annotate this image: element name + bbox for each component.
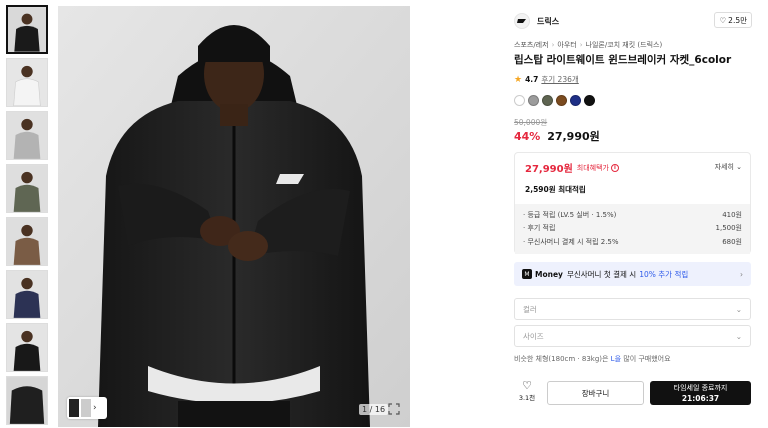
color-swatch-list — [514, 95, 595, 106]
star-icon: ★ — [514, 74, 523, 85]
brand-logo[interactable] — [514, 13, 530, 29]
model-photo-illustration — [58, 6, 410, 427]
max-benefit-price: 27,990원 — [525, 164, 573, 175]
size-recommendation: 비슷한 체형(180cm · 83kg)은 L을 많이 구매했어요 — [514, 354, 671, 364]
breadcrumb-item[interactable]: 스포츠/레저 — [514, 41, 549, 49]
thumbnail-list — [6, 5, 50, 428]
points-item-value: 410원 — [722, 210, 742, 219]
benefit-detail-label: 자세히 — [714, 163, 734, 171]
image-page-counter: 1 / 16 — [359, 404, 389, 415]
purchase-actions: ♡ 3.1천 장바구니 타임세일 종료까지 21:06:37 — [514, 380, 751, 406]
breadcrumb: 스포츠/레저 › 아우터 › 나일론/코치 재킷 (드릭스) — [514, 40, 662, 50]
money-logo-icon: M — [522, 269, 532, 279]
mini-thumb-dark — [69, 399, 79, 417]
discount-rate: 44% — [514, 130, 541, 143]
expand-icon[interactable] — [388, 403, 400, 415]
thumbnail-4[interactable] — [6, 164, 48, 213]
size-tip-prefix: 비슷한 체형(180cm · 83kg)은 — [514, 355, 609, 363]
points-item: · 등급 적립 (LV.5 실버 · 1.5%) 410원 — [523, 208, 742, 222]
brand-name[interactable]: 드릭스 — [537, 16, 559, 27]
points-item-value: 680원 — [722, 237, 742, 246]
rating-score: 4.7 — [525, 75, 539, 84]
add-to-cart-button[interactable]: 장바구니 — [547, 381, 644, 405]
main-product-photo[interactable] — [58, 6, 410, 427]
chevron-right-icon: › — [93, 403, 97, 413]
benefit-box: 27,990원 최대혜택가 i 자세히 ⌄ 2,590원 최대적립 · 등급 적… — [514, 152, 751, 254]
timesale-label: 타임세일 종료까지 — [673, 384, 728, 392]
mini-thumb-light — [81, 399, 91, 417]
gallery-mini-nav[interactable]: › — [67, 397, 107, 419]
benefit-detail-toggle[interactable]: 자세히 ⌄ — [715, 162, 742, 172]
thumbnail-7[interactable] — [6, 323, 48, 372]
color-swatch-5[interactable] — [570, 95, 581, 106]
size-select-placeholder: 사이즈 — [523, 331, 544, 341]
money-promo-highlight: 10% 추가 적립 — [639, 269, 689, 279]
max-benefit-label: 최대혜택가 — [576, 163, 609, 172]
thumbnail-2[interactable] — [6, 58, 48, 107]
thumbnail-6[interactable] — [6, 270, 48, 319]
color-swatch-1[interactable] — [514, 95, 525, 106]
points-item-label: · 무신사머니 결제 시 적립 2.5% — [523, 237, 619, 246]
money-brand: Money — [535, 269, 563, 279]
points-item-label: · 후기 적립 — [523, 224, 556, 233]
original-price: 50,000원 — [514, 118, 548, 127]
product-title: 립스탑 라이트웨이트 윈드브레이커 자켓_6color — [514, 54, 732, 66]
brand-row: 드릭스 ♡ 2.5만 — [514, 12, 752, 30]
points-item: · 무신사머니 결제 시 적립 2.5% 680원 — [523, 235, 742, 249]
buy-now-button[interactable]: 타임세일 종료까지 21:06:37 — [650, 381, 751, 405]
thumbnail-3[interactable] — [6, 111, 48, 160]
rating-row: ★ 4.7 후기 236개 — [514, 74, 579, 85]
color-select-placeholder: 컬러 — [523, 304, 537, 314]
max-benefit-price-row: 27,990원 최대혜택가 i — [525, 160, 619, 175]
info-icon[interactable]: i — [611, 163, 619, 172]
price-row: 44% 27,990원 — [514, 128, 600, 144]
money-promo-banner[interactable]: M Money 무신사머니 첫 결제 시 10% 추가 적립 › — [514, 262, 751, 286]
size-tip-size: L을 — [610, 355, 622, 363]
thumbnail-1[interactable] — [6, 5, 48, 54]
points-total: 2,590원 최대적립 — [525, 185, 586, 194]
chevron-down-icon: ⌄ — [735, 304, 742, 314]
thumbnail-8[interactable] — [6, 376, 48, 425]
points-item-value: 1,500원 — [715, 224, 742, 233]
color-swatch-4[interactable] — [556, 95, 567, 106]
chevron-down-icon: ⌄ — [735, 331, 742, 341]
wishlist-button[interactable]: ♡ 3.1천 — [514, 380, 540, 406]
brand-like-button[interactable]: ♡ 2.5만 — [714, 12, 752, 28]
color-swatch-6[interactable] — [584, 95, 595, 106]
size-tip-suffix: 많이 구매했어요 — [623, 355, 671, 363]
chevron-down-icon: ⌄ — [736, 163, 742, 171]
review-count-link[interactable]: 후기 236개 — [541, 74, 578, 85]
sale-price: 27,990원 — [547, 130, 600, 143]
chevron-right-icon: › — [579, 41, 583, 49]
product-info-panel: 드릭스 ♡ 2.5만 스포츠/레저 › 아우터 › 나일론/코치 재킷 (드릭스) 립스… — [504, 0, 768, 428]
color-select[interactable]: 컬러 ⌄ — [514, 298, 751, 320]
points-item-label: · 등급 적립 (LV.5 실버 · 1.5%) — [523, 210, 617, 219]
color-swatch-3[interactable] — [542, 95, 553, 106]
points-item: · 후기 적립 1,500원 — [523, 222, 742, 236]
money-promo-text: 무신사머니 첫 결제 시 — [566, 269, 637, 279]
heart-icon: ♡ — [719, 15, 727, 25]
thumbnail-5[interactable] — [6, 217, 48, 266]
brand-like-count: 2.5만 — [728, 15, 747, 25]
product-gallery: › 1 / 16 — [0, 0, 490, 428]
wish-count: 3.1천 — [518, 394, 536, 402]
breadcrumb-item[interactable]: 아우터 — [557, 41, 576, 49]
chevron-right-icon: › — [551, 41, 555, 49]
size-select[interactable]: 사이즈 ⌄ — [514, 325, 751, 347]
chevron-right-icon: › — [740, 269, 743, 279]
color-swatch-2[interactable] — [528, 95, 539, 106]
timesale-countdown: 21:06:37 — [681, 394, 720, 403]
breadcrumb-item[interactable]: 나일론/코치 재킷 (드릭스) — [586, 41, 663, 49]
points-breakdown: · 등급 적립 (LV.5 실버 · 1.5%) 410원 · 후기 적립 1,… — [515, 204, 750, 254]
heart-icon: ♡ — [522, 379, 532, 392]
